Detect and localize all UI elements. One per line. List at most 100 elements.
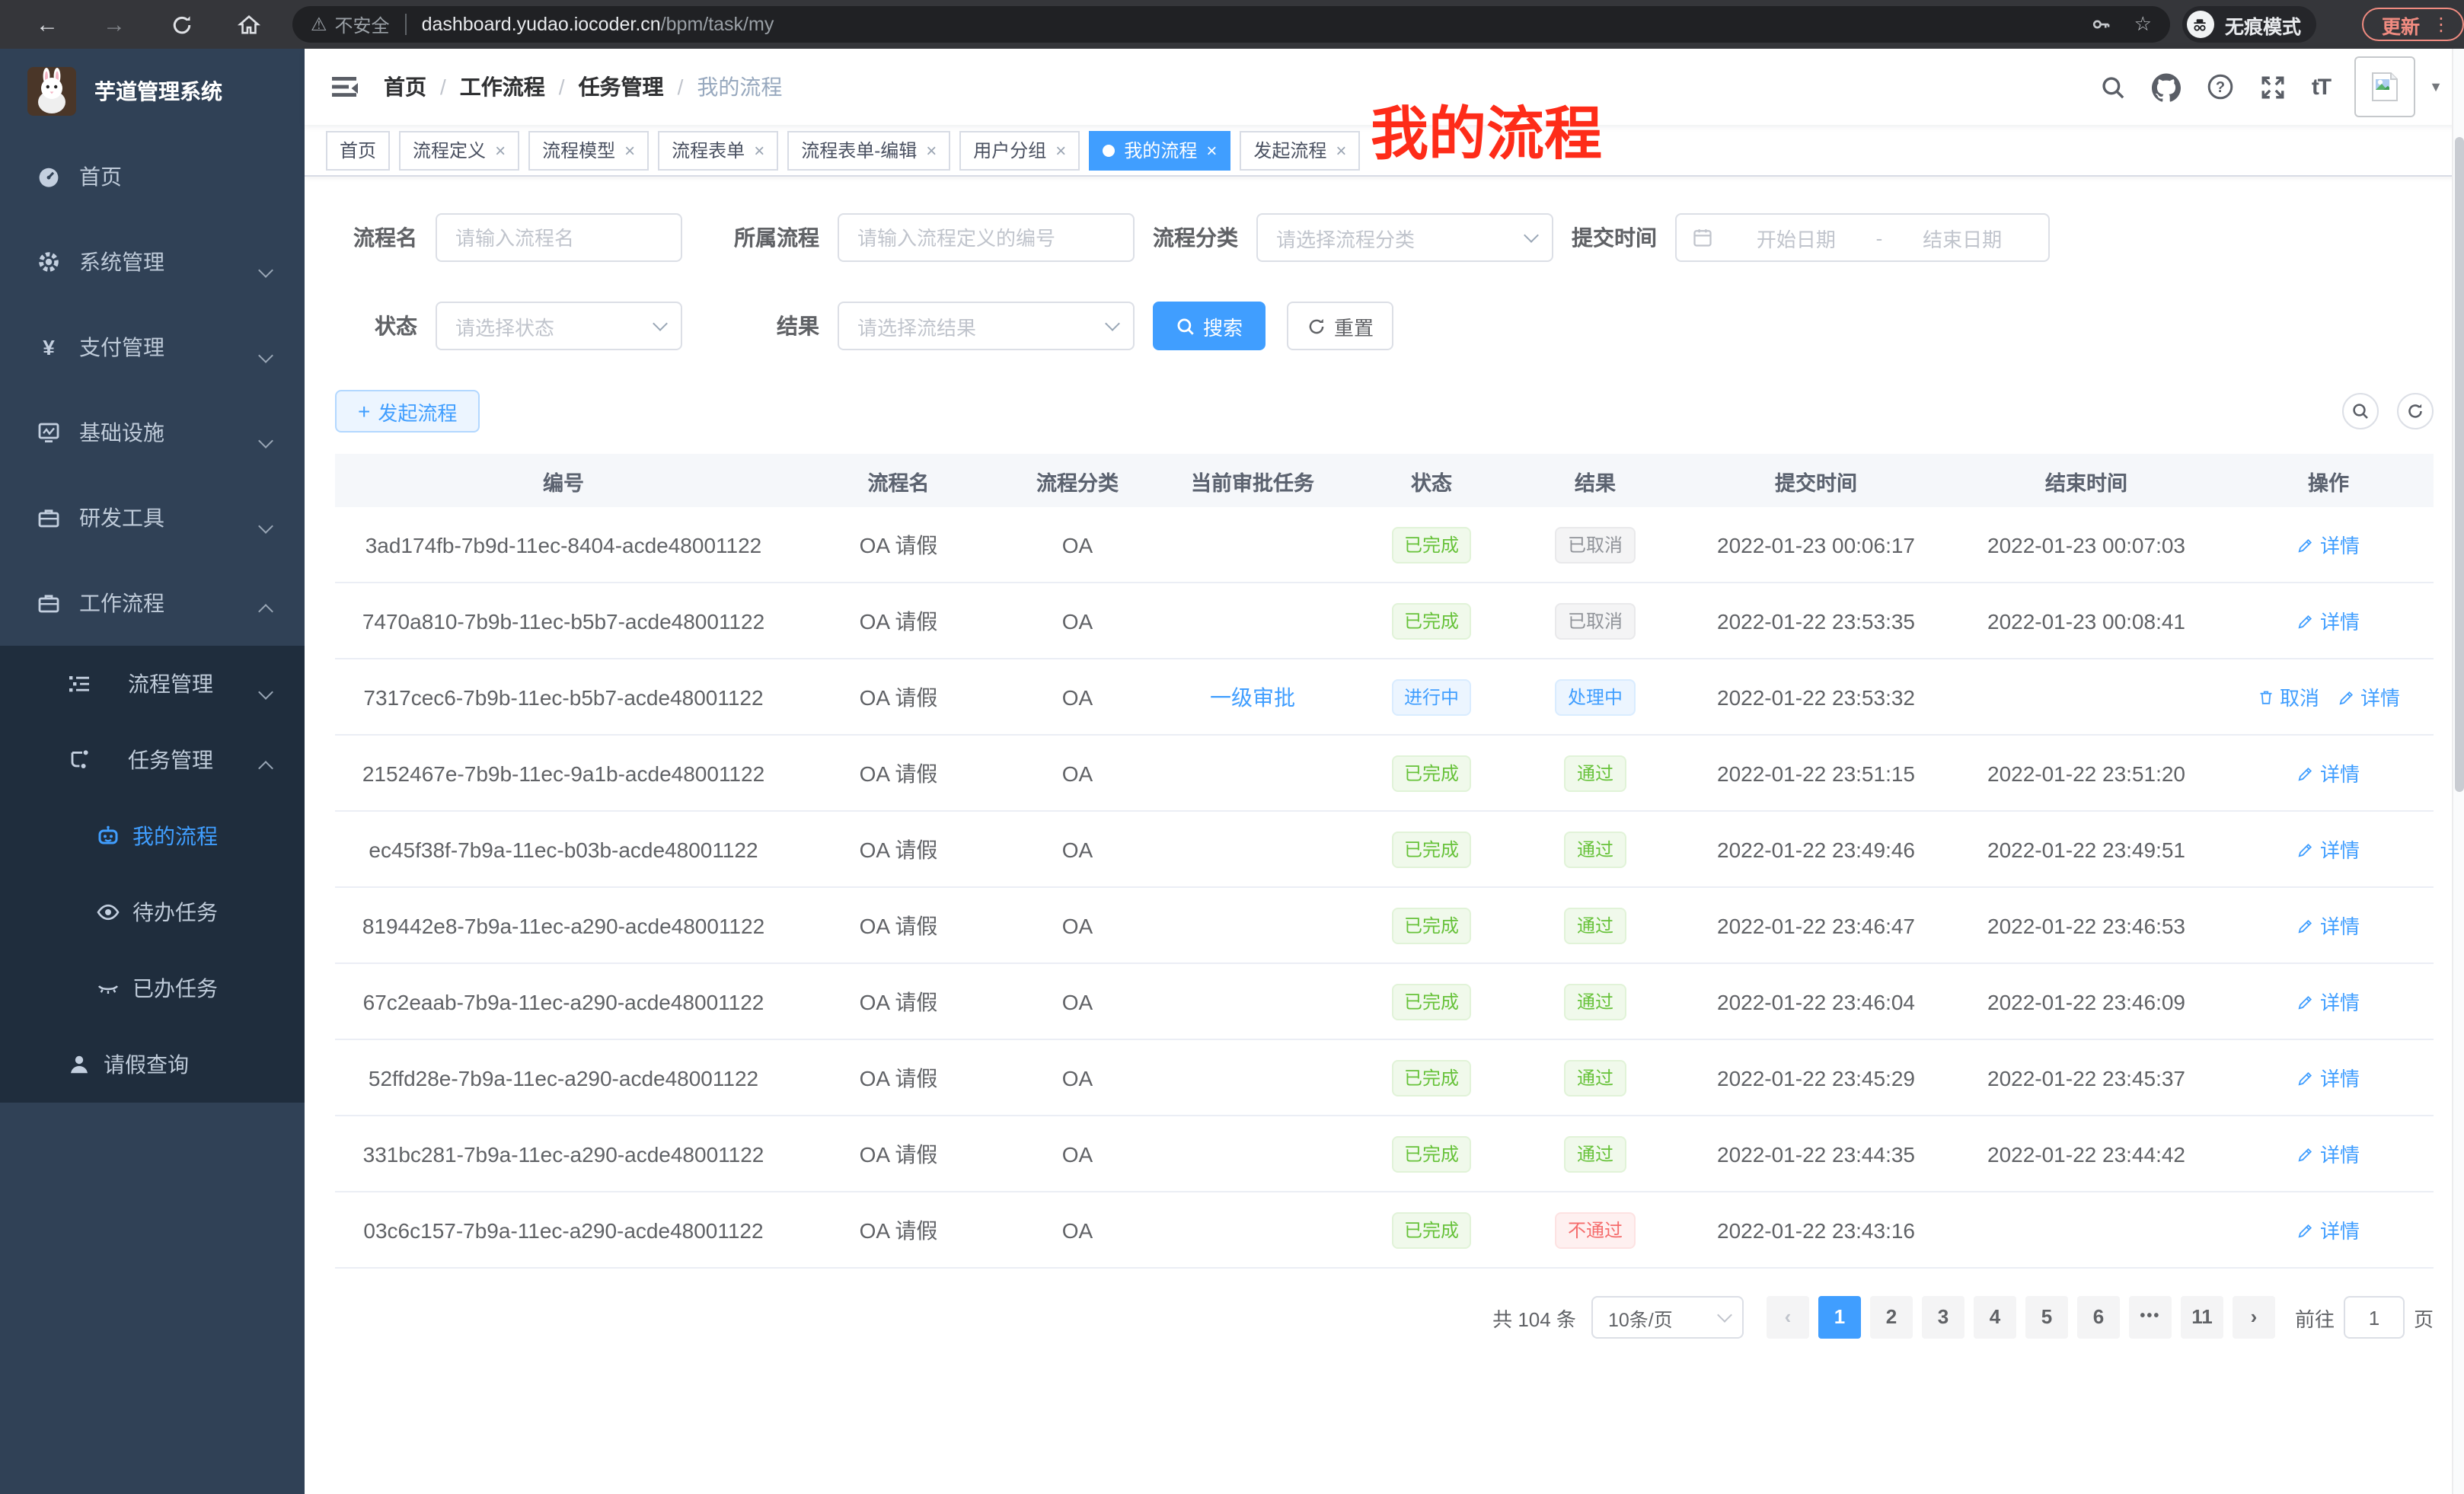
- process-name-input[interactable]: [436, 213, 682, 262]
- page-button-6[interactable]: 6: [2077, 1296, 2120, 1339]
- incognito-label: 无痕模式: [2225, 10, 2301, 39]
- filter-row-2: 状态 请选择状态 结果 请选择流结果: [335, 302, 2434, 350]
- process-definition-input[interactable]: [838, 213, 1135, 262]
- browser-forward-icon[interactable]: →: [94, 11, 134, 37]
- avatar-caret-icon[interactable]: ▼: [2429, 79, 2443, 94]
- sidebar-item-system[interactable]: 系统管理: [0, 219, 305, 305]
- avatar[interactable]: [2354, 56, 2415, 117]
- close-icon[interactable]: ×: [495, 141, 506, 159]
- reset-button[interactable]: 重置: [1287, 302, 1393, 350]
- page-button-2[interactable]: 2: [1870, 1296, 1913, 1339]
- tab-process-model[interactable]: 流程模型×: [528, 130, 649, 170]
- date-range-picker[interactable]: 开始日期 - 结束日期: [1675, 213, 2050, 262]
- start-date-placeholder[interactable]: 开始日期: [1725, 223, 1867, 252]
- main-area: 首页 / 工作流程 / 任务管理 / 我的流程 我的流程: [305, 49, 2464, 1494]
- more-pages-button[interactable]: •••: [2129, 1296, 2172, 1339]
- tab-process-form-edit[interactable]: 流程表单-编辑×: [787, 130, 950, 170]
- current-task-link[interactable]: 一级审批: [1210, 685, 1295, 709]
- detail-link[interactable]: 详情: [2297, 606, 2360, 635]
- security-warning-icon: ⚠: [311, 14, 327, 35]
- sidebar-item-todo-tasks[interactable]: 待办任务: [0, 874, 305, 950]
- sidebar-item-dev-tools[interactable]: 研发工具: [0, 475, 305, 560]
- close-icon[interactable]: ×: [624, 141, 635, 159]
- header-search-icon[interactable]: [2100, 74, 2126, 100]
- github-icon[interactable]: [2152, 72, 2181, 101]
- sidebar-item-process-management[interactable]: 流程管理: [0, 646, 305, 722]
- sidebar-item-payment[interactable]: ¥ 支付管理: [0, 305, 305, 390]
- status-select[interactable]: 请选择状态: [436, 302, 682, 350]
- sidebar-item-my-process[interactable]: 我的流程: [0, 798, 305, 874]
- goto-page-input[interactable]: [2344, 1296, 2405, 1339]
- tab-my-process[interactable]: 我的流程×: [1089, 130, 1230, 170]
- breadcrumb-workflow[interactable]: 工作流程: [460, 72, 545, 102]
- update-label: 更新: [2382, 10, 2420, 39]
- breadcrumb-task-management[interactable]: 任务管理: [579, 72, 664, 102]
- browser-toolbar: ← → ⚠ 不安全 dashboard.yudao.iocoder.cn /bp…: [0, 0, 2464, 49]
- detail-link[interactable]: 详情: [2297, 911, 2360, 940]
- detail-link[interactable]: 详情: [2338, 682, 2400, 711]
- create-process-button[interactable]: + 发起流程: [335, 390, 480, 433]
- browser-update-button[interactable]: 更新 ⋮: [2362, 8, 2464, 41]
- breadcrumb-home[interactable]: 首页: [384, 72, 426, 102]
- page-size-select[interactable]: 10条/页: [1591, 1296, 1744, 1339]
- next-page-button[interactable]: ›: [2233, 1296, 2275, 1339]
- tabs-bar: 首页 流程定义× 流程模型× 流程表单× 流程表单-编辑× 用户分组× 我的流程…: [305, 125, 2464, 177]
- font-size-icon[interactable]: tT: [2312, 74, 2330, 100]
- close-icon[interactable]: ×: [1055, 141, 1066, 159]
- sidebar-item-leave-query[interactable]: 请假查询: [0, 1026, 305, 1103]
- result-select[interactable]: 请选择流结果: [838, 302, 1135, 350]
- detail-link[interactable]: 详情: [2297, 1215, 2360, 1244]
- tab-user-group[interactable]: 用户分组×: [959, 130, 1080, 170]
- tab-home[interactable]: 首页: [326, 130, 390, 170]
- page-scrollbar[interactable]: [2452, 49, 2464, 1494]
- address-bar[interactable]: ⚠ 不安全 dashboard.yudao.iocoder.cn /bpm/ta…: [292, 6, 2170, 43]
- refresh-table-button[interactable]: [2397, 393, 2434, 429]
- tree-list-icon: [67, 672, 91, 696]
- fullscreen-icon[interactable]: [2260, 74, 2286, 100]
- browser-menu-dots-icon[interactable]: ⋮: [2432, 14, 2450, 35]
- password-key-icon[interactable]: [2092, 14, 2113, 35]
- browser-home-icon[interactable]: [228, 11, 268, 37]
- end-date-placeholder[interactable]: 结束日期: [1891, 223, 2033, 252]
- detail-link[interactable]: 详情: [2297, 1063, 2360, 1092]
- sidebar-item-infrastructure[interactable]: 基础设施: [0, 390, 305, 475]
- toggle-search-button[interactable]: [2342, 393, 2379, 429]
- app-logo-row[interactable]: 芋道管理系统: [0, 49, 305, 134]
- chevron-down-icon: [1717, 1307, 1732, 1322]
- sidebar-item-workflow[interactable]: 工作流程: [0, 560, 305, 646]
- result-badge: 不通过: [1556, 1211, 1635, 1248]
- close-icon[interactable]: ×: [926, 141, 937, 159]
- bookmark-star-icon[interactable]: ☆: [2134, 12, 2152, 37]
- detail-link[interactable]: 详情: [2297, 1139, 2360, 1168]
- sidebar-item-task-management[interactable]: 任务管理: [0, 722, 305, 798]
- close-icon[interactable]: ×: [754, 141, 764, 159]
- table-row: 331bc281-7b9a-11ec-a290-acde48001122 OA …: [335, 1116, 2434, 1192]
- tab-process-form[interactable]: 流程表单×: [658, 130, 778, 170]
- page-button-5[interactable]: 5: [2025, 1296, 2068, 1339]
- page-button-3[interactable]: 3: [1922, 1296, 1964, 1339]
- search-button[interactable]: 搜索: [1153, 302, 1266, 350]
- sidebar-item-home[interactable]: 首页: [0, 134, 305, 219]
- security-label[interactable]: 不安全: [335, 11, 390, 37]
- page-button-4[interactable]: 4: [1974, 1296, 2016, 1339]
- detail-link[interactable]: 详情: [2297, 758, 2360, 787]
- cancel-link[interactable]: 取消: [2257, 682, 2319, 711]
- cell-id: 331bc281-7b9a-11ec-a290-acde48001122: [335, 1141, 792, 1166]
- hamburger-icon[interactable]: [329, 72, 359, 102]
- browser-reload-icon[interactable]: [161, 11, 201, 37]
- detail-link[interactable]: 详情: [2297, 987, 2360, 1016]
- close-icon[interactable]: ×: [1206, 141, 1217, 159]
- category-select[interactable]: 请选择流程分类: [1256, 213, 1553, 262]
- tab-start-process[interactable]: 发起流程×: [1240, 130, 1360, 170]
- prev-page-button[interactable]: ‹: [1767, 1296, 1809, 1339]
- page-button-11[interactable]: 11: [2181, 1296, 2223, 1339]
- help-icon[interactable]: ?: [2207, 73, 2234, 101]
- browser-back-icon[interactable]: ←: [27, 11, 67, 37]
- sidebar-item-done-tasks[interactable]: 已办任务: [0, 950, 305, 1026]
- tab-process-definition[interactable]: 流程定义×: [399, 130, 519, 170]
- page-button-1[interactable]: 1: [1818, 1296, 1861, 1339]
- detail-link[interactable]: 详情: [2297, 835, 2360, 864]
- detail-link[interactable]: 详情: [2297, 530, 2360, 559]
- close-icon[interactable]: ×: [1336, 141, 1346, 159]
- scrollbar-thumb[interactable]: [2455, 137, 2464, 792]
